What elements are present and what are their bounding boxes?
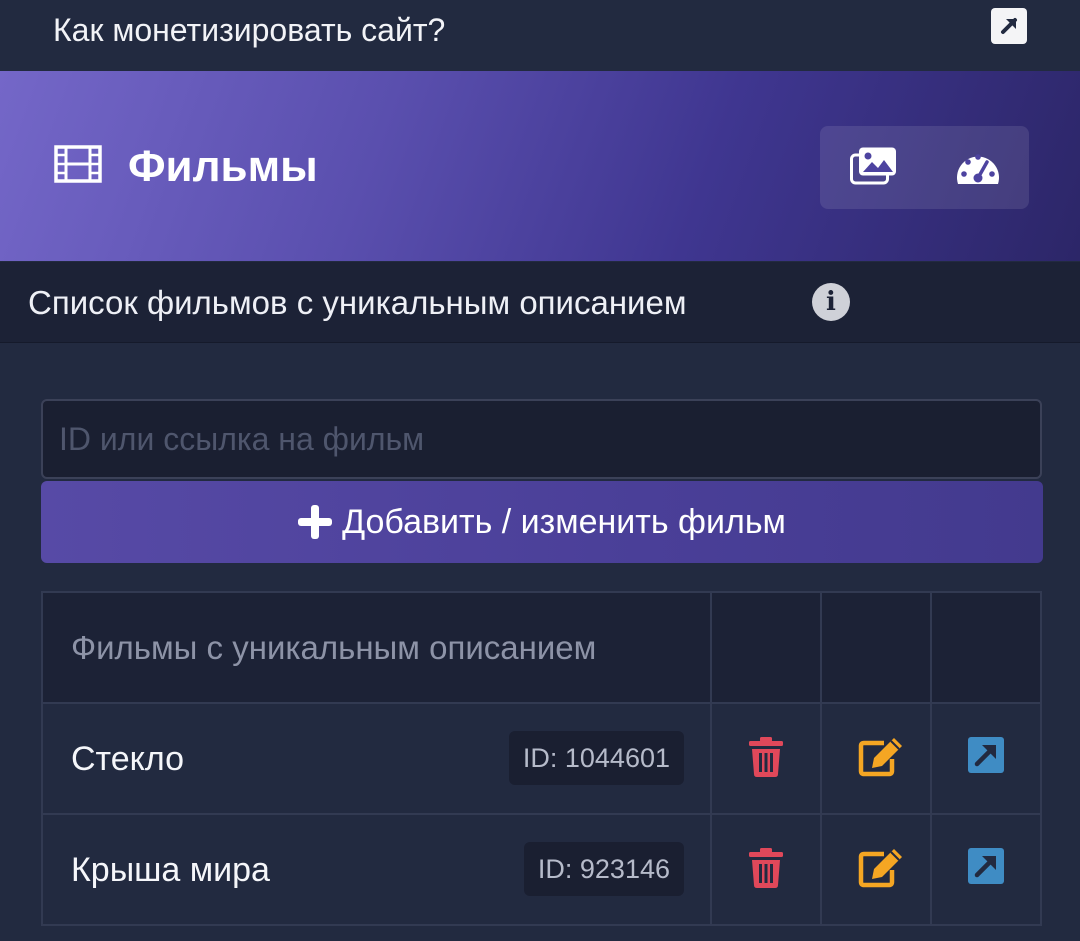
section-header: Список фильмов с уникальным описанием i — [0, 262, 1080, 343]
film-name-cell: Стекло ID: 1044601 — [41, 702, 712, 815]
trash-icon[interactable] — [748, 737, 784, 782]
open-link-icon[interactable] — [968, 848, 1004, 889]
add-film-button[interactable]: Добавить / изменить фильм — [41, 481, 1043, 563]
open-cell — [930, 813, 1042, 926]
table-header-empty — [930, 591, 1042, 704]
film-name[interactable]: Крыша мира — [71, 851, 270, 890]
table-row: Стекло ID: 1044601 — [41, 702, 1042, 815]
film-icon — [54, 145, 102, 188]
open-cell — [930, 702, 1042, 815]
trash-icon[interactable] — [748, 848, 784, 893]
monetize-link[interactable]: Как монетизировать сайт? — [53, 10, 445, 50]
external-link-icon[interactable] — [991, 8, 1027, 44]
dashboard-gauge-icon[interactable] — [954, 146, 1002, 190]
edit-icon[interactable] — [858, 848, 904, 893]
film-id-input[interactable] — [41, 399, 1042, 479]
table-header-row: Фильмы с уникальным описанием — [41, 591, 1042, 704]
table-row: Крыша мира ID: 923146 — [41, 813, 1042, 926]
table-header-empty — [820, 591, 932, 704]
table-header-empty — [710, 591, 822, 704]
top-bar: Как монетизировать сайт? — [0, 0, 1080, 71]
film-name-cell: Крыша мира ID: 923146 — [41, 813, 712, 926]
page-header: Фильмы — [0, 71, 1080, 261]
page-title: Фильмы — [128, 142, 318, 191]
info-icon[interactable]: i — [812, 283, 850, 321]
table-header: Фильмы с уникальным описанием — [41, 591, 712, 704]
edit-cell — [820, 813, 932, 926]
add-film-button-label: Добавить / изменить фильм — [342, 502, 786, 541]
edit-cell — [820, 702, 932, 815]
film-id-badge: ID: 923146 — [523, 842, 684, 896]
film-id-badge: ID: 1044601 — [508, 731, 684, 785]
plus-icon — [298, 505, 333, 539]
section-title: Список фильмов с уникальным описанием — [28, 284, 687, 321]
gallery-icon[interactable] — [850, 146, 898, 190]
films-table: Фильмы с уникальным описанием Стекло ID:… — [41, 591, 1042, 926]
header-tools — [820, 126, 1029, 209]
delete-cell — [710, 702, 822, 815]
edit-icon[interactable] — [858, 737, 904, 782]
open-link-icon[interactable] — [968, 737, 1004, 778]
film-name[interactable]: Стекло — [71, 740, 184, 779]
delete-cell — [710, 813, 822, 926]
